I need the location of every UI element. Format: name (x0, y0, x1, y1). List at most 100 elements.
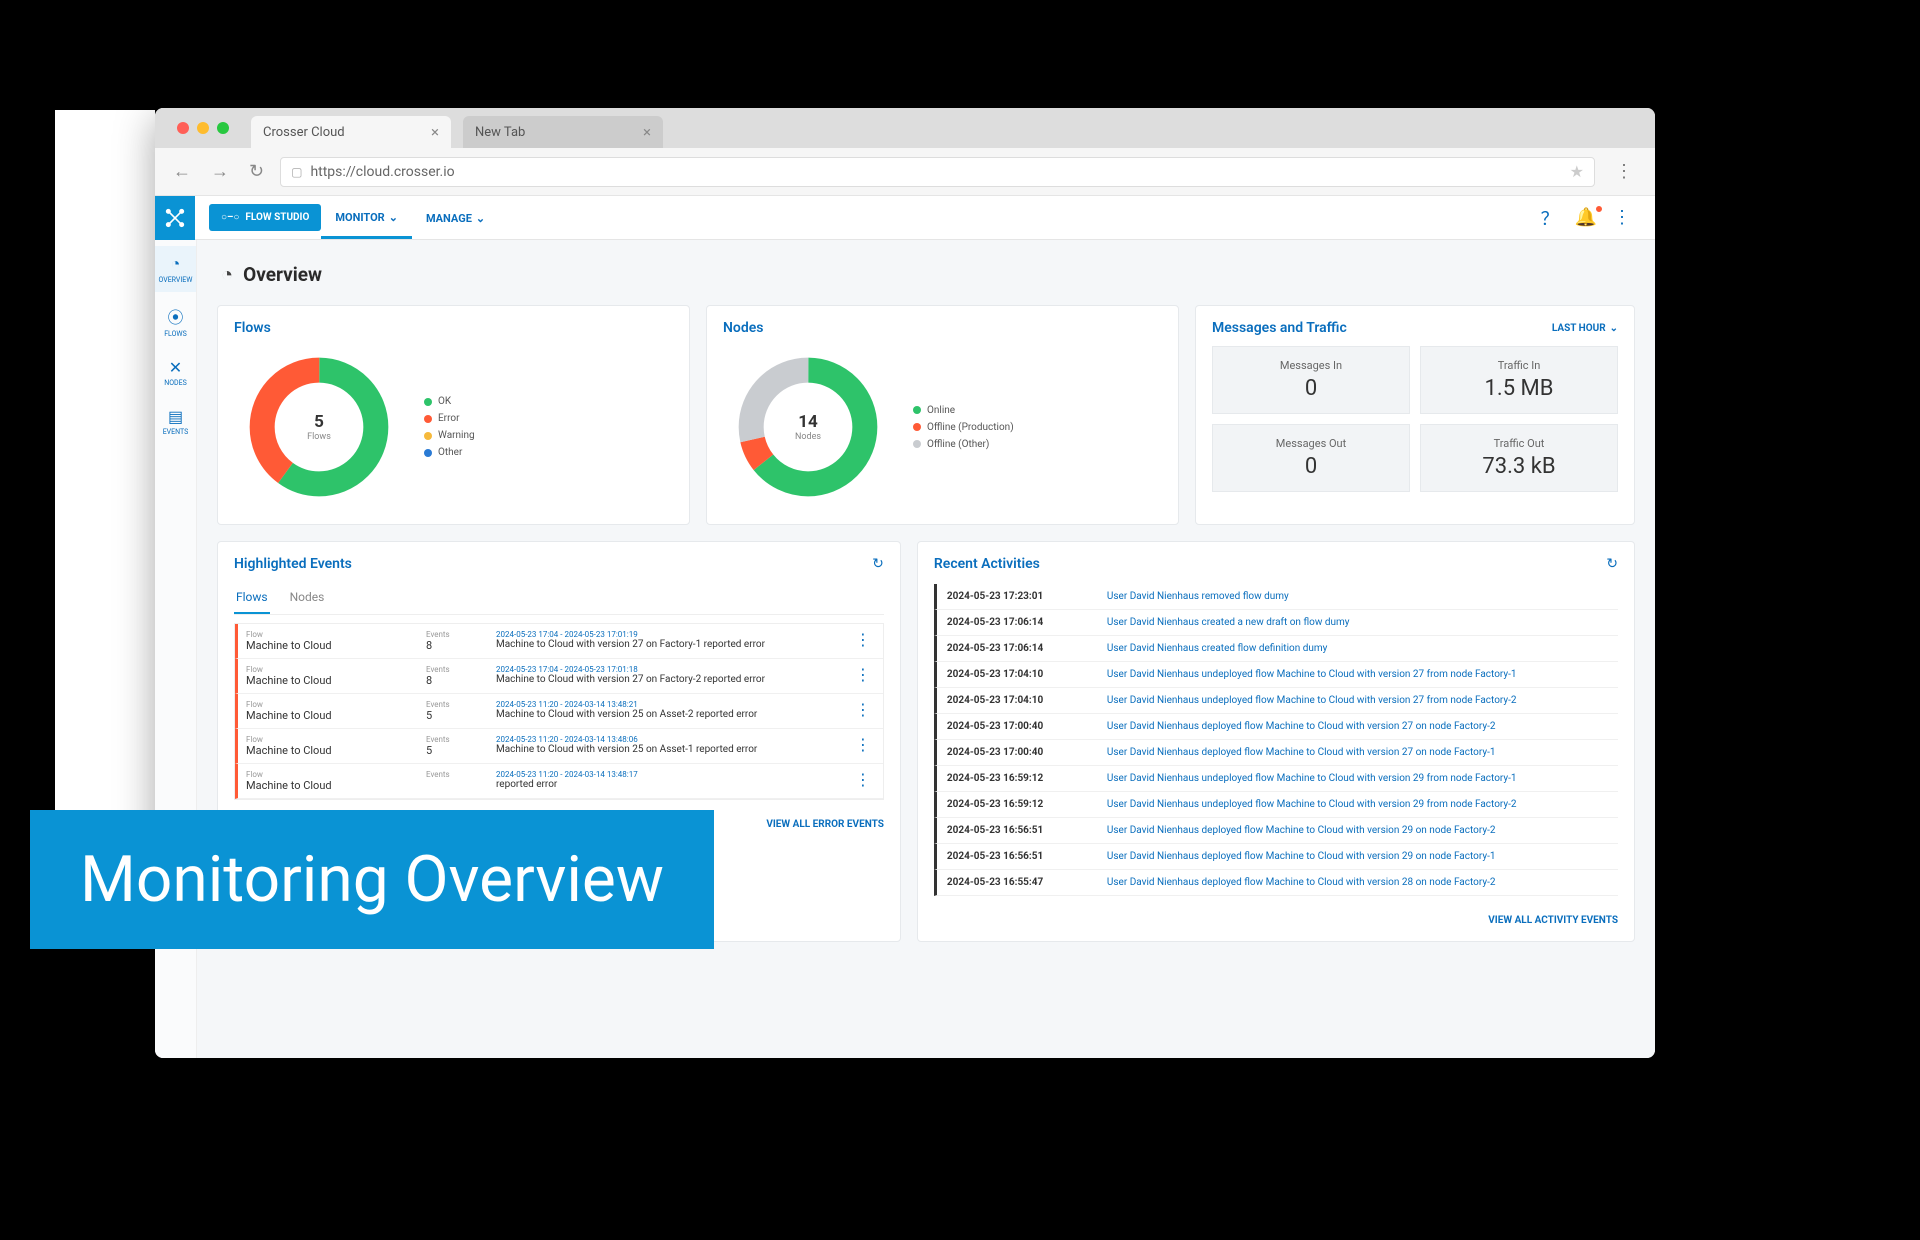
activity-row[interactable]: 2024-05-23 17:00:40User David Nienhaus d… (934, 714, 1618, 740)
activity-row[interactable]: 2024-05-23 16:56:51User David Nienhaus d… (934, 818, 1618, 844)
activity-row[interactable]: 2024-05-23 16:59:12User David Nienhaus u… (934, 766, 1618, 792)
metric-tile: Messages Out0 (1212, 424, 1410, 492)
row-menu-icon[interactable]: ⋮ (851, 630, 875, 652)
rail-item-nodes[interactable]: ✕NODES (155, 350, 196, 395)
legend-dot-icon (424, 398, 432, 406)
activity-time: 2024-05-23 16:59:12 (947, 773, 1077, 784)
tab-nodes[interactable]: Nodes (288, 584, 327, 614)
browser-menu-icon[interactable]: ⋮ (1607, 161, 1641, 182)
activity-row[interactable]: 2024-05-23 17:00:40User David Nienhaus d… (934, 740, 1618, 766)
event-row[interactable]: FlowMachine to Cloud Events 2024-05-23 1… (235, 764, 883, 799)
back-icon[interactable]: ← (169, 157, 195, 186)
nav-manage[interactable]: MANAGE ⌄ (412, 198, 499, 237)
metrics-card: Messages and Traffic LAST HOUR ⌄ Message… (1195, 305, 1635, 525)
close-tab-icon[interactable]: × (431, 123, 439, 141)
legend-label: Offline (Other) (927, 439, 989, 450)
row-menu-icon[interactable]: ⋮ (851, 735, 875, 757)
gauge-icon: ◔ (221, 262, 233, 287)
metric-label: Traffic In (1433, 359, 1605, 372)
flows-donut-chart: 5 Flows (244, 352, 394, 502)
nav-monitor[interactable]: MONITOR ⌄ (321, 197, 412, 239)
legend-dot-icon (424, 432, 432, 440)
close-tab-icon[interactable]: × (643, 123, 651, 141)
col-label: Events (426, 700, 496, 709)
events-list[interactable]: FlowMachine to Cloud Events8 2024-05-23 … (234, 623, 884, 800)
nav-label: MANAGE (426, 212, 472, 225)
activity-message: User David Nienhaus deployed flow Machin… (1107, 877, 1496, 888)
activity-time: 2024-05-23 17:00:40 (947, 747, 1077, 758)
rail-item-flows[interactable]: ⦿FLOWS (155, 296, 196, 346)
activity-row[interactable]: 2024-05-23 16:59:12User David Nienhaus u… (934, 792, 1618, 818)
col-label: Flow (246, 700, 426, 709)
forward-icon[interactable]: → (207, 157, 233, 186)
metric-tile: Messages In0 (1212, 346, 1410, 414)
activity-row[interactable]: 2024-05-23 17:04:10User David Nienhaus u… (934, 662, 1618, 688)
metrics-grid: Messages In0 Traffic In 1.5 MB Messages Out… (1212, 346, 1618, 492)
flow-studio-label: FLOW STUDIO (245, 212, 309, 223)
event-count: 8 (426, 639, 496, 652)
overlay-banner: Monitoring Overview (30, 810, 714, 949)
event-count: 8 (426, 674, 496, 687)
chevron-down-icon: ⌄ (389, 211, 398, 224)
view-all-activities-link[interactable]: VIEW ALL ACTIVITY EVENTS (1488, 915, 1618, 926)
activity-row[interactable]: 2024-05-23 16:55:47User David Nienhaus d… (934, 870, 1618, 896)
row-menu-icon[interactable]: ⋮ (851, 665, 875, 687)
activity-row[interactable]: 2024-05-23 17:06:14User David Nienhaus c… (934, 636, 1618, 662)
browser-tab-inactive[interactable]: New Tab × (463, 116, 663, 148)
event-flow: Machine to Cloud (246, 744, 426, 757)
col-label: Events (426, 630, 496, 639)
activity-time: 2024-05-23 16:56:51 (947, 851, 1077, 862)
nodes-count: 14 (798, 412, 818, 432)
close-window-icon[interactable] (177, 122, 189, 134)
col-label: Events (426, 735, 496, 744)
flows-count-label: Flows (307, 432, 331, 442)
brand-logo[interactable] (155, 196, 195, 240)
event-message: Machine to Cloud with version 27 on Fact… (496, 674, 851, 685)
legend-dot-icon (424, 449, 432, 457)
legend-dot-icon (913, 423, 921, 431)
flow-studio-button[interactable]: ○–○ FLOW STUDIO (209, 204, 321, 231)
activity-time: 2024-05-23 17:06:14 (947, 643, 1077, 654)
rail-item-events[interactable]: ▤EVENTS (155, 399, 196, 444)
activity-row[interactable]: 2024-05-23 16:56:51User David Nienhaus d… (934, 844, 1618, 870)
activity-row[interactable]: 2024-05-23 17:06:14User David Nienhaus c… (934, 610, 1618, 636)
activities-list: 2024-05-23 17:23:01User David Nienhaus r… (934, 584, 1618, 896)
minimize-window-icon[interactable] (197, 122, 209, 134)
reload-icon[interactable]: ↻ (245, 157, 268, 186)
refresh-icon[interactable]: ↻ (1606, 556, 1618, 572)
maximize-window-icon[interactable] (217, 122, 229, 134)
notifications-icon[interactable]: 🔔 (1567, 207, 1605, 228)
top-nav: ○–○ FLOW STUDIO MONITOR ⌄ MANAGE ⌄ ？ 🔔 ⋮ (155, 196, 1655, 240)
tab-flows[interactable]: Flows (234, 584, 270, 614)
event-row[interactable]: FlowMachine to Cloud Events5 2024-05-23 … (235, 729, 883, 764)
event-row[interactable]: FlowMachine to Cloud Events8 2024-05-23 … (235, 624, 883, 659)
event-count: 5 (426, 709, 496, 722)
flows-icon: ⦿ (155, 304, 196, 328)
activity-message: User David Nienhaus undeployed flow Mach… (1107, 695, 1517, 706)
nodes-card: Nodes 14 Nodes OnlineOffline (Production… (706, 305, 1179, 525)
event-row[interactable]: FlowMachine to Cloud Events5 2024-05-23 … (235, 694, 883, 729)
browser-tab-active[interactable]: Crosser Cloud × (251, 116, 451, 148)
legend-dot-icon (424, 415, 432, 423)
col-label: Flow (246, 665, 426, 674)
row-menu-icon[interactable]: ⋮ (851, 770, 875, 792)
event-row[interactable]: FlowMachine to Cloud Events8 2024-05-23 … (235, 659, 883, 694)
rail-item-overview[interactable]: ◔OVERVIEW (155, 246, 196, 292)
url-input[interactable]: ▢ https://cloud.crosser.io ★ (280, 157, 1595, 187)
help-icon[interactable]: ？ (1533, 205, 1567, 231)
activity-time: 2024-05-23 16:56:51 (947, 825, 1077, 836)
activity-row[interactable]: 2024-05-23 17:23:01User David Nienhaus r… (934, 584, 1618, 610)
events-icon: ▤ (155, 407, 196, 426)
activity-row[interactable]: 2024-05-23 17:04:10User David Nienhaus u… (934, 688, 1618, 714)
nodes-legend: OnlineOffline (Production)Offline (Other… (913, 405, 1014, 450)
bookmark-icon[interactable]: ★ (1570, 162, 1584, 181)
legend-label: Warning (438, 430, 475, 441)
metric-value: 1.5 MB (1433, 376, 1605, 401)
time-range-selector[interactable]: LAST HOUR ⌄ (1552, 323, 1618, 334)
view-all-errors-link[interactable]: VIEW ALL ERROR EVENTS (766, 819, 884, 830)
more-icon[interactable]: ⋮ (1605, 207, 1639, 228)
activity-message: User David Nienhaus undeployed flow Mach… (1107, 799, 1517, 810)
col-label: Flow (246, 770, 426, 779)
row-menu-icon[interactable]: ⋮ (851, 700, 875, 722)
refresh-icon[interactable]: ↻ (872, 556, 884, 572)
